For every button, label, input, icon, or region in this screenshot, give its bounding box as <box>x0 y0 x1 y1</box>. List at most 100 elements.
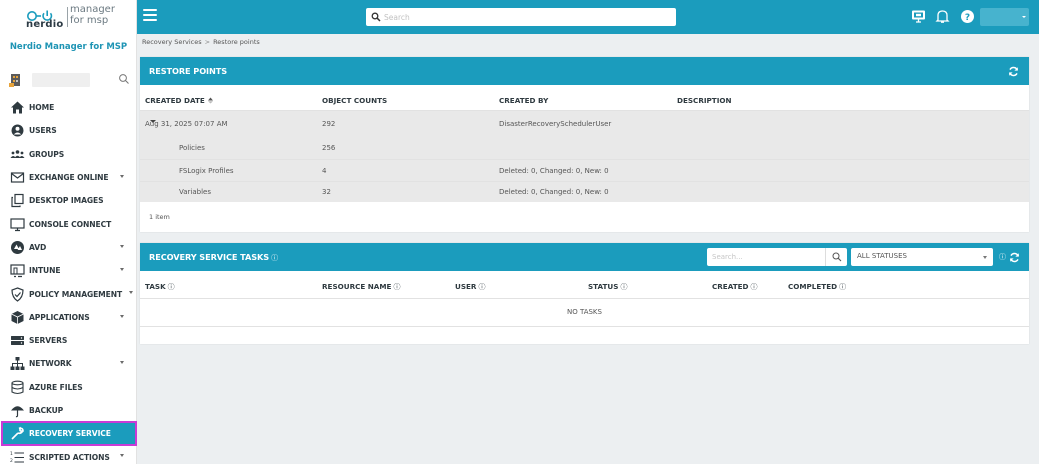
sidebar-item-users[interactable]: USERS <box>0 119 137 142</box>
search-icon <box>371 12 381 22</box>
sub-row-name: FSLogix Profiles <box>179 167 234 175</box>
sidebar-item-intune[interactable]: INTUNE <box>0 259 137 282</box>
info-icon[interactable]: ⓘ <box>999 252 1006 262</box>
groups-icon <box>10 147 25 162</box>
breadcrumb-current: Restore points <box>213 38 260 46</box>
restore-point-created-by: DisasterRecoverySchedulerUser <box>499 120 612 128</box>
bell-icon[interactable] <box>935 9 950 24</box>
sidebar-item-policy-management[interactable]: POLICY MANAGEMENT <box>0 282 137 305</box>
sub-row-detail: Deleted: 0, Changed: 0, New: 0 <box>499 188 609 196</box>
info-icon[interactable]: ⓘ <box>478 283 485 291</box>
sidebar-item-label: DESKTOP IMAGES <box>29 196 104 206</box>
sidebar-item-label: APPLICATIONS <box>29 312 90 322</box>
chevron-down-icon <box>120 361 124 365</box>
remote-desktop-icon[interactable] <box>911 9 926 24</box>
row-divider <box>140 326 1029 327</box>
sub-row-count: 4 <box>322 167 327 175</box>
sidebar-item-servers[interactable]: SERVERS <box>0 329 137 352</box>
box-icon <box>10 310 25 325</box>
column-header-status[interactable]: STATUS ⓘ <box>588 282 627 292</box>
sidebar-item-recovery-service[interactable]: RECOVERY SERVICE <box>1 421 137 447</box>
sidebar-item-azure-files[interactable]: AZURE FILES <box>0 376 137 399</box>
refresh-icon[interactable] <box>1008 66 1019 77</box>
sidebar-item-applications[interactable]: APPLICATIONS <box>0 306 137 329</box>
sidebar-item-backup[interactable]: BACKUP <box>0 399 137 422</box>
sidebar-item-label: USERS <box>29 126 57 136</box>
wrench-icon <box>10 426 25 441</box>
expand-caret-icon[interactable] <box>150 120 156 123</box>
umbrella-icon <box>10 403 25 418</box>
column-header-created[interactable]: CREATED ⓘ <box>712 282 758 292</box>
sidebar-item-exchange-online[interactable]: EXCHANGE ONLINE <box>0 166 137 189</box>
monitor-icon <box>10 217 25 232</box>
global-search-input[interactable] <box>384 10 664 24</box>
logo-manager-text: manager for msp <box>70 4 115 26</box>
panel-title: RESTORE POINTS <box>149 66 228 76</box>
breadcrumb-parent-link[interactable]: Recovery Services <box>142 38 202 46</box>
svg-text:1: 1 <box>10 451 13 457</box>
user-menu[interactable] <box>980 8 1029 26</box>
column-header-created-by[interactable]: CREATED BY <box>499 96 548 105</box>
column-header-created-date[interactable]: CREATED DATE <box>145 96 214 105</box>
nerdio-logo[interactable]: nerdio manager for msp <box>26 4 126 31</box>
sidebar-item-label: RECOVERY SERVICE <box>29 429 111 439</box>
menu-toggle-icon[interactable] <box>143 9 157 21</box>
restore-points-panel: RESTORE POINTS CREATED DATE OBJECT COUNT… <box>140 57 1029 232</box>
sort-arrow-icon <box>207 97 213 104</box>
sidebar-item-label: POLICY MANAGEMENT <box>29 289 123 299</box>
global-search[interactable] <box>366 8 676 26</box>
sub-row-name: Variables <box>179 188 211 196</box>
sub-row-fslogix-profiles[interactable]: FSLogix Profiles 4 Deleted: 0, Changed: … <box>140 160 1029 181</box>
avd-icon <box>10 240 25 255</box>
chevron-down-icon <box>983 256 987 259</box>
sidebar-item-groups[interactable]: GROUPS <box>0 143 137 166</box>
chevron-down-icon <box>120 244 124 248</box>
sub-row-detail: Deleted: 0, Changed: 0, New: 0 <box>499 167 609 175</box>
logo-divider <box>67 7 68 27</box>
tasks-search[interactable] <box>707 248 847 266</box>
svg-text:2: 2 <box>10 458 13 464</box>
tasks-search-input[interactable] <box>712 250 820 264</box>
account-name-field[interactable] <box>32 73 90 87</box>
sidebar-item-console-connect[interactable]: CONSOLE CONNECT <box>0 212 137 235</box>
info-icon[interactable]: ⓘ <box>751 283 758 291</box>
chevron-down-icon <box>129 291 133 295</box>
sub-row-variables[interactable]: Variables 32 Deleted: 0, Changed: 0, New… <box>140 182 1029 202</box>
tasks-search-button[interactable] <box>825 248 847 266</box>
column-header-user[interactable]: USER ⓘ <box>455 282 485 292</box>
home-icon <box>10 100 25 115</box>
server-icon <box>10 333 25 348</box>
column-header-completed[interactable]: COMPLETED ⓘ <box>788 282 846 292</box>
search-icon[interactable] <box>118 73 130 85</box>
sidebar-item-label: GROUPS <box>29 149 65 159</box>
restore-points-header: RESTORE POINTS <box>140 57 1029 85</box>
refresh-icon[interactable] <box>1009 252 1020 263</box>
sidebar-item-scripted-actions[interactable]: 12 SCRIPTED ACTIONS <box>0 445 137 464</box>
column-header-label: TASK <box>145 282 166 291</box>
database-icon <box>10 380 25 395</box>
column-header-resource-name[interactable]: RESOURCE NAME ⓘ <box>322 282 400 292</box>
sidebar-item-avd[interactable]: AVD <box>0 236 137 259</box>
info-icon[interactable]: ⓘ <box>839 283 846 291</box>
sidebar-item-label: CONSOLE CONNECT <box>29 219 112 229</box>
intune-icon <box>10 263 25 278</box>
sidebar-item-home[interactable]: HOME <box>0 96 137 119</box>
status-filter-select[interactable]: ALL STATUSES <box>851 248 993 266</box>
help-icon[interactable]: ? <box>960 9 975 24</box>
column-header-label: STATUS <box>588 282 619 291</box>
column-header-task[interactable]: TASK ⓘ <box>145 282 175 292</box>
sidebar-item-desktop-images[interactable]: DESKTOP IMAGES <box>0 189 137 212</box>
info-icon[interactable]: ⓘ <box>168 283 175 291</box>
info-icon[interactable]: ⓘ <box>620 283 627 291</box>
empty-state-text: NO TASKS <box>567 308 602 316</box>
column-header-description[interactable]: DESCRIPTION <box>677 96 732 105</box>
table-row[interactable]: Aug 31, 2025 07:07 AM 292 DisasterRecove… <box>140 111 1029 136</box>
info-icon[interactable]: ⓘ <box>393 283 400 291</box>
restore-point-date-text: Aug 31, 2025 07:07 AM <box>145 120 228 128</box>
sidebar-item-label: AVD <box>29 242 47 252</box>
column-header-object-counts[interactable]: OBJECT COUNTS <box>322 96 387 105</box>
sub-row-policies[interactable]: Policies 256 <box>140 136 1029 159</box>
account-selector[interactable] <box>9 71 131 91</box>
info-icon[interactable]: ⓘ <box>271 254 278 262</box>
sidebar-item-network[interactable]: NETWORK <box>0 352 137 375</box>
